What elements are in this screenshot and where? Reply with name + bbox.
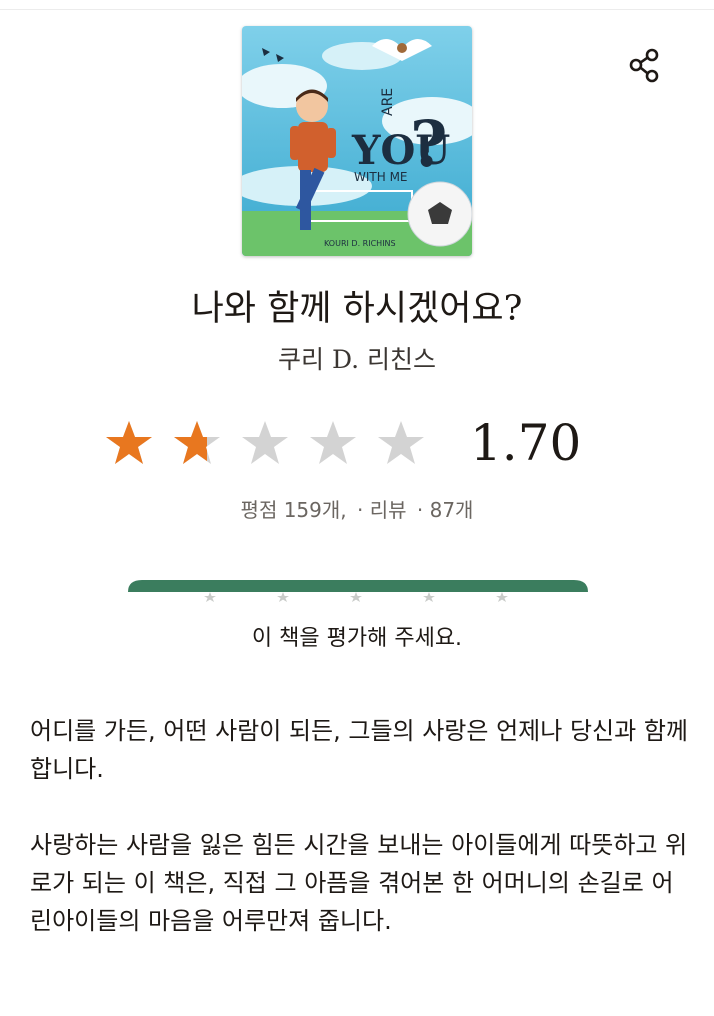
reviews-label: · 리뷰 [357, 498, 407, 522]
rate-book-label[interactable]: 이 책을 평가해 주세요. [0, 620, 714, 652]
star-icon-2 [174, 421, 220, 464]
share-icon[interactable] [624, 45, 666, 87]
book-title: 나와 함께 하시겠어요? [191, 289, 523, 329]
book-cover-image[interactable]: ARE YOU WITH ME ? KOURI D. RICHINS [242, 26, 472, 256]
rate-book-stars-bar[interactable] [128, 578, 588, 608]
ratings-count: 평점 159개, [240, 498, 347, 522]
book-description: 어디를 가든, 어떤 사람이 되든, 그들의 사랑은 언제나 당신과 함께합니다… [30, 712, 690, 978]
svg-text:WITH ME: WITH ME [354, 170, 408, 184]
star-icon-4 [310, 421, 356, 464]
rating-stars [104, 418, 444, 468]
book-author[interactable]: 쿠리 D. 리친스 [0, 340, 714, 376]
star-icon-3 [242, 421, 288, 464]
svg-text:?: ? [410, 107, 448, 182]
average-rating: 1.70 [470, 414, 582, 472]
description-paragraph: 사랑하는 사람을 잃은 힘든 시간을 보내는 아이들에게 따뜻하고 위로가 되는… [30, 831, 688, 935]
rating-counts[interactable]: 평점 159개, · 리뷰 · 87개 [0, 494, 714, 523]
reviews-count: · 87개 [416, 498, 474, 522]
star-icon-1 [106, 421, 152, 464]
svg-text:ARE: ARE [380, 88, 396, 116]
svg-text:KOURI D. RICHINS: KOURI D. RICHINS [324, 239, 396, 248]
star-icon-5 [378, 421, 424, 464]
description-paragraph: 어디를 가든, 어떤 사람이 되든, 그들의 사랑은 언제나 당신과 함께합니다… [30, 717, 688, 783]
top-divider [0, 0, 714, 10]
